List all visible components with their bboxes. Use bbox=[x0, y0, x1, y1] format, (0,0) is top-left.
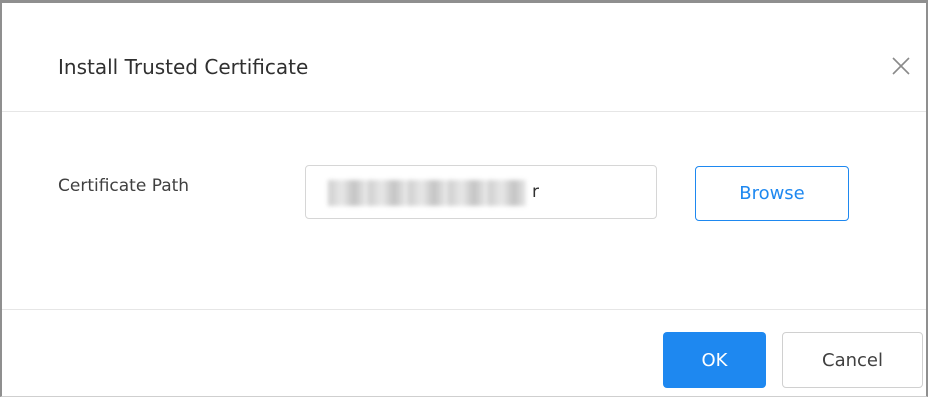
ok-button[interactable]: OK bbox=[663, 332, 766, 388]
install-certificate-dialog: Install Trusted Certificate Certificate … bbox=[0, 0, 928, 397]
footer-divider bbox=[2, 309, 926, 310]
dialog-header: Install Trusted Certificate bbox=[2, 3, 926, 112]
certificate-path-input[interactable]: r bbox=[305, 165, 657, 219]
close-icon[interactable] bbox=[890, 55, 912, 77]
redacted-path-blur bbox=[328, 180, 526, 206]
dialog-title: Install Trusted Certificate bbox=[58, 55, 309, 79]
browse-button[interactable]: Browse bbox=[695, 166, 849, 221]
cancel-button[interactable]: Cancel bbox=[782, 332, 923, 388]
certificate-path-value: r bbox=[532, 182, 539, 202]
certificate-path-label: Certificate Path bbox=[58, 176, 190, 196]
